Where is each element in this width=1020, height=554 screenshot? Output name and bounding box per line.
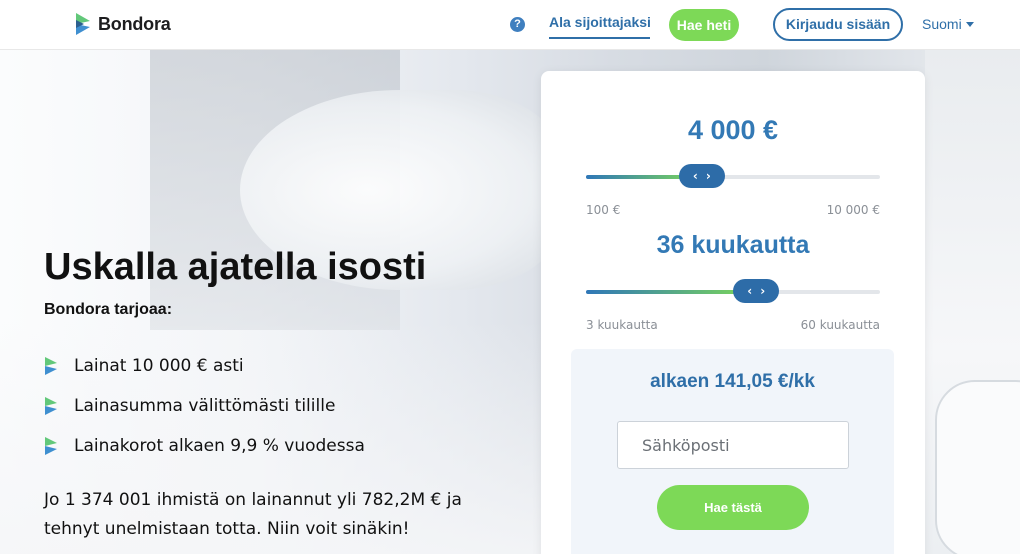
amount-slider[interactable]: ‹ › — [586, 164, 880, 188]
amount-min-label: 100 € — [586, 203, 621, 217]
term-min-label: 3 kuukautta — [586, 318, 658, 332]
active-nav-underline — [549, 37, 650, 39]
language-label: Suomi — [922, 16, 962, 32]
amount-max-label: 10 000 € — [826, 203, 880, 217]
loan-term-value: 36 kuukautta — [656, 231, 810, 259]
term-max-label: 60 kuukautta — [800, 318, 880, 332]
benefits-list: Lainat 10 000 € asti Lainasumma välittöm… — [44, 346, 365, 466]
customer-stats: Jo 1 374 001 ihmistä on lainannut yli 78… — [44, 490, 462, 539]
login-button[interactable]: Kirjaudu sisään — [773, 8, 903, 41]
bondora-logo-icon — [76, 13, 90, 35]
term-slider[interactable]: ‹ › — [586, 279, 880, 303]
apply-here-button[interactable]: Hae tästä — [657, 485, 809, 530]
brand-name: Bondora — [98, 13, 171, 34]
hero-title: Uskalla ajatella isosti — [44, 246, 427, 288]
chevron-left-icon: ‹ — [747, 284, 753, 298]
chevron-down-icon — [965, 22, 974, 27]
term-slider-fill — [586, 290, 757, 294]
hero-subtitle: Bondora tarjoaa: — [44, 301, 173, 318]
list-item: Lainat 10 000 € asti — [44, 346, 365, 386]
bondora-logo[interactable]: Bondora — [74, 12, 171, 36]
benefit-text: Lainasumma välittömästi tilille — [74, 396, 336, 416]
amount-slider-handle[interactable]: ‹ › — [678, 164, 725, 188]
loan-amount-value: 4 000 € — [687, 115, 779, 145]
chevron-right-icon: › — [705, 169, 711, 183]
become-investor-link[interactable]: Ala sijoittajaksi — [549, 14, 651, 30]
benefit-text: Lainakorot alkaen 9,9 % vuodessa — [74, 436, 365, 456]
bondora-bullet-icon — [45, 357, 57, 375]
loan-calculator-card: 4 000 € ‹ › 100 € 10 000 € 36 kuukautta … — [541, 71, 925, 554]
bondora-bullet-icon — [45, 437, 57, 455]
list-item: Lainasumma välittömästi tilille — [44, 386, 365, 426]
monthly-payment: alkaen 141,05 €/kk — [650, 371, 815, 392]
monthly-payment-panel: alkaen 141,05 €/kk Hae tästä — [571, 349, 894, 554]
bondora-bullet-icon — [45, 397, 57, 415]
list-item: Lainakorot alkaen 9,9 % vuodessa — [44, 426, 365, 466]
chevron-left-icon: ‹ — [692, 169, 698, 183]
car-image — [935, 380, 1020, 554]
language-selector[interactable]: Suomi — [922, 16, 974, 32]
top-navigation-bar: Bondora ? Ala sijoittajaksi Hae heti Kir… — [0, 0, 1020, 50]
benefit-text: Lainat 10 000 € asti — [74, 356, 244, 376]
apply-now-button[interactable]: Hae heti — [669, 9, 739, 41]
chevron-right-icon: › — [760, 284, 766, 298]
term-slider-handle[interactable]: ‹ › — [733, 279, 780, 303]
email-input[interactable] — [617, 421, 849, 469]
question-circle-icon[interactable]: ? — [510, 17, 525, 32]
